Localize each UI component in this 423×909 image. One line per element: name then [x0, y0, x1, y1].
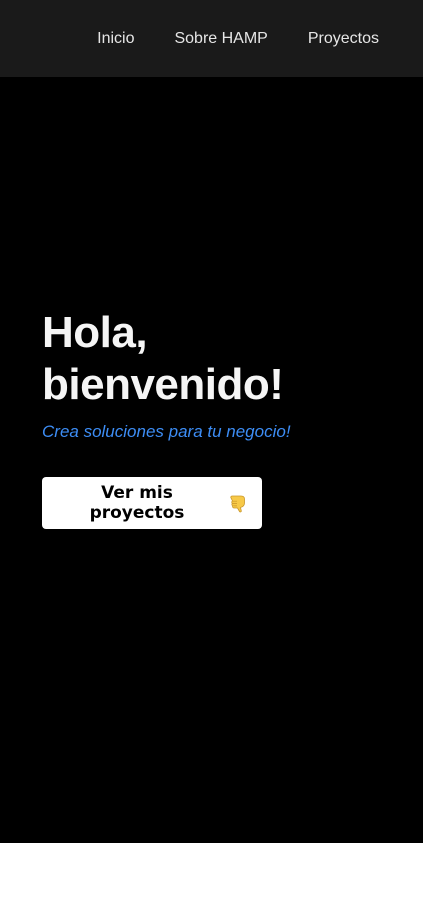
hero-title: Hola, bienvenido!	[42, 307, 382, 411]
nav-link-inicio[interactable]: Inicio	[97, 30, 134, 48]
nav-link-proyectos[interactable]: Proyectos	[308, 30, 379, 48]
view-projects-button-label: Ver mis proyectos	[89, 483, 185, 523]
hero-title-line-2: bienvenido!	[42, 360, 284, 409]
hero-content: Hola, bienvenido! Crea soluciones para t…	[42, 307, 382, 529]
nav-links: Inicio Sobre HAMP Proyectos	[97, 0, 379, 77]
hero-subtitle: Crea soluciones para tu negocio!	[42, 422, 291, 441]
top-navbar: Inicio Sobre HAMP Proyectos	[0, 0, 423, 77]
hero-title-line-1: Hola,	[42, 308, 148, 357]
hero-section: Hola, bienvenido! Crea soluciones para t…	[0, 77, 423, 843]
pointing-down-hand-icon	[228, 493, 248, 513]
page: Inicio Sobre HAMP Proyectos Hola, bienve…	[0, 0, 423, 909]
view-projects-button[interactable]: Ver mis proyectos	[42, 477, 262, 529]
nav-link-sobre-hamp[interactable]: Sobre HAMP	[174, 30, 267, 48]
